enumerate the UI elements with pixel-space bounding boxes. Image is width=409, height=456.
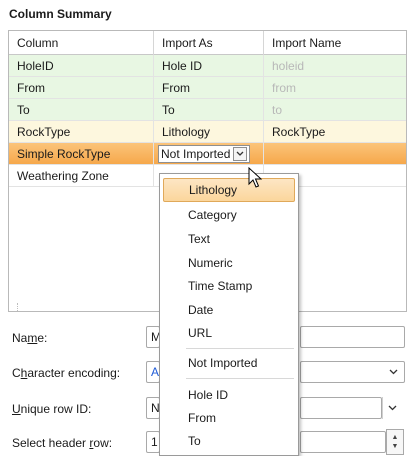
header-import-name[interactable]: Import Name [264,31,406,55]
cell-import-as[interactable]: Hole ID [154,55,264,76]
chevron-down-icon[interactable] [389,366,398,378]
import-as-dropdown-menu: Lithology Category Text Numeric Time Sta… [159,173,299,456]
spinner-up-icon[interactable]: ▲ [392,433,399,442]
cell-column: From [9,77,154,98]
cell-import-as-editor[interactable]: Not Imported [154,143,264,164]
header-row-value: 1 [151,435,158,449]
header-column[interactable]: Column [9,31,154,55]
menu-separator [186,378,294,379]
header-row-label: Select header row: [12,436,113,450]
menu-item-lithology[interactable]: Lithology [163,178,295,202]
cell-import-name[interactable]: RockType [264,121,406,142]
table-row[interactable]: To To to [9,99,406,121]
encoding-value: A [151,365,160,379]
encoding-combo[interactable]: A [146,361,160,383]
menu-item-category[interactable]: Category [160,203,298,227]
cell-import-name[interactable] [264,143,406,164]
table-row[interactable]: From From from [9,77,406,99]
header-row-field[interactable]: 1 [146,431,160,453]
header-import-as[interactable]: Import As [154,31,264,55]
table-row-selected[interactable]: Simple RockType Not Imported [9,143,406,165]
cell-import-name[interactable]: from [264,77,406,98]
menu-item-not-imported[interactable]: Not Imported [160,351,298,375]
cell-import-as[interactable]: From [154,77,264,98]
encoding-combo-right[interactable] [300,361,405,383]
chevron-down-icon[interactable] [233,146,248,161]
name-label: Name: [12,331,48,345]
table-header: Column Import As Import Name [9,31,406,55]
menu-item-date[interactable]: Date [160,298,298,322]
menu-separator [186,348,294,349]
mouse-pointer-icon [248,167,262,188]
resize-grip [17,303,20,311]
cell-column: Simple RockType [9,143,154,164]
menu-item-url[interactable]: URL [160,321,298,345]
table-row[interactable]: HoleID Hole ID holeid [9,55,406,77]
unique-row-combo-right[interactable] [300,397,382,419]
column-summary-title: Column Summary [9,7,112,21]
menu-item-numeric[interactable]: Numeric [160,251,298,275]
name-field-right[interactable] [300,326,405,348]
cell-import-as[interactable]: To [154,99,264,120]
cell-column: HoleID [9,55,154,76]
name-field[interactable]: M [146,326,161,348]
cell-import-name[interactable]: holeid [264,55,406,76]
import-as-value: Not Imported [161,146,231,161]
unique-row-label: Unique row ID: [12,402,92,416]
spinner-down-icon[interactable]: ▼ [392,442,399,451]
encoding-label: Character encoding: [12,366,121,380]
chevron-down-icon[interactable] [382,397,402,419]
unique-row-combo[interactable]: N [146,397,160,419]
header-row-field-right[interactable] [300,431,386,453]
cell-import-as[interactable]: Lithology [154,121,264,142]
cell-column: RockType [9,121,154,142]
menu-item-to[interactable]: To [160,429,298,453]
menu-item-hole-id[interactable]: Hole ID [160,383,298,407]
menu-item-time-stamp[interactable]: Time Stamp [160,274,298,298]
cell-column: Weathering Zone [9,165,154,186]
menu-item-from[interactable]: From [160,406,298,430]
import-as-combo[interactable]: Not Imported [158,144,251,163]
cell-import-name[interactable]: to [264,99,406,120]
cell-column: To [9,99,154,120]
menu-item-text[interactable]: Text [160,227,298,251]
spinner-arrows-icon[interactable]: ▲ ▼ [386,429,404,455]
table-row[interactable]: RockType Lithology RockType [9,121,406,143]
